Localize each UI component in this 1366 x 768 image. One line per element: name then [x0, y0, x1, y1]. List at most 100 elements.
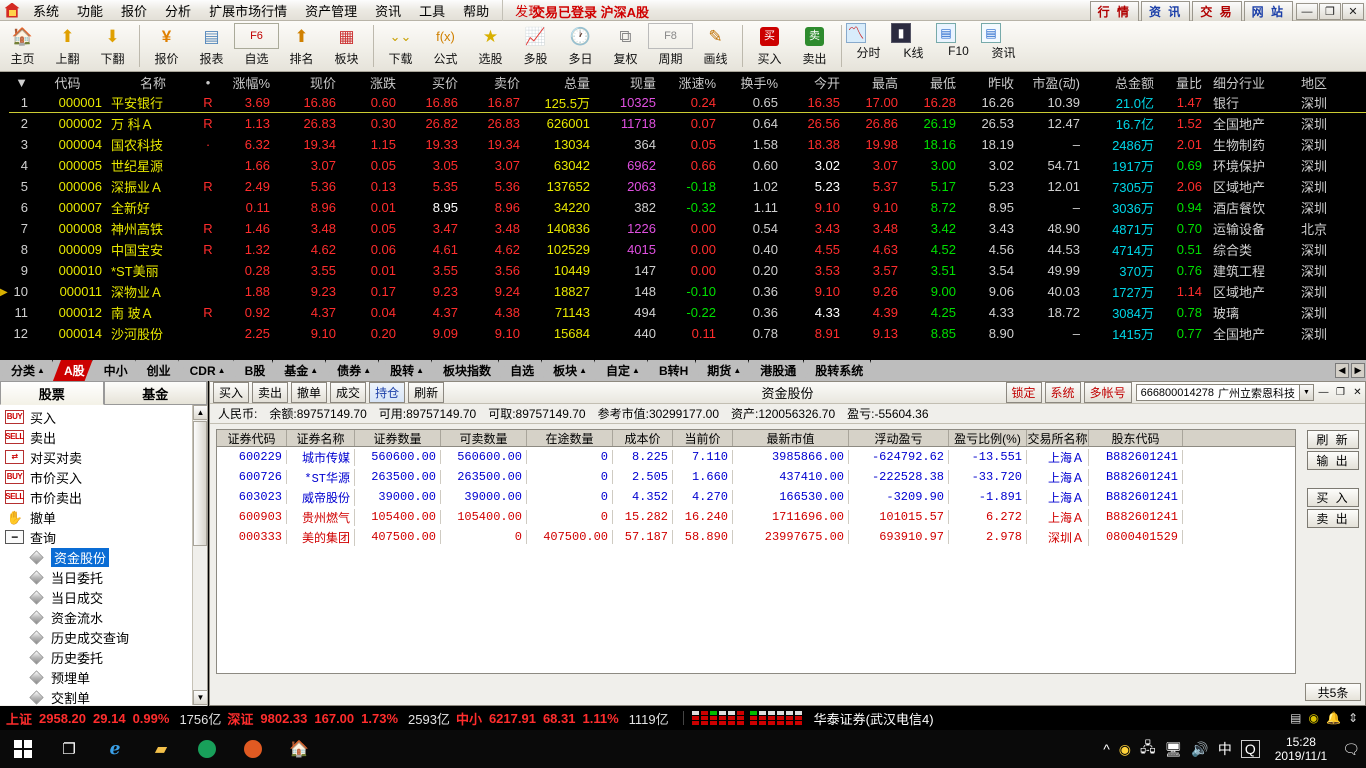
maximize-button[interactable]: ❐	[1319, 3, 1341, 20]
holdings-row[interactable]: 603023威帝股份39000.0039000.0004.3524.270166…	[217, 487, 1295, 507]
close-button[interactable]: ✕	[1342, 3, 1364, 20]
quote-row[interactable]: 2000002万 科ＡR1.1326.830.3026.8226.8362600…	[0, 113, 1366, 134]
toolbar-download[interactable]: ⌄⌄ 下载	[378, 23, 423, 67]
notification-center-icon[interactable]: 🗨	[1342, 741, 1360, 758]
col-name[interactable]: 名称	[107, 73, 199, 92]
market-tab-1[interactable]: A股	[53, 360, 93, 381]
col-change-pct[interactable]: 涨幅%	[217, 73, 275, 92]
quote-row[interactable]: 9000010*ST美丽0.283.550.013.553.5610449147…	[0, 260, 1366, 281]
ime-language-icon[interactable]: 中	[1218, 739, 1232, 759]
scrollbar-thumb[interactable]	[193, 421, 207, 546]
account-selector[interactable]: 666800014278 广州立索恩科技 ▼	[1136, 384, 1314, 401]
sidebar-item-0[interactable]: BUY买入	[0, 407, 207, 427]
col-ask[interactable]: 卖价	[463, 73, 525, 92]
trade-tab-2[interactable]: 撤单	[291, 382, 327, 403]
grid-col-7[interactable]: 最新市值	[733, 430, 849, 446]
col-low[interactable]: 最低	[903, 73, 961, 92]
holdings-row[interactable]: 600903贵州燃气105400.00105400.00015.28216.24…	[217, 507, 1295, 527]
toolbar-ranking[interactable]: ⬆ 排名	[279, 23, 324, 67]
trade-tab-3[interactable]: 成交	[330, 382, 366, 403]
quote-row[interactable]: 3000004国农科技·6.3219.341.1519.3319.3413034…	[0, 134, 1366, 155]
row-name[interactable]: 世纪星源	[107, 156, 199, 175]
market-tabs-scroll[interactable]: ◀ ▶	[1334, 360, 1366, 381]
quote-row[interactable]: 5000006深振业ＡR2.495.360.135.355.3613765220…	[0, 176, 1366, 197]
sidebar-tab-stock[interactable]: 股票	[0, 381, 104, 405]
row-name[interactable]: 平安银行	[107, 93, 199, 112]
gutter-arrow-icon[interactable]: ▶	[0, 287, 9, 301]
sidebar-item-4[interactable]: SELL市价卖出	[0, 487, 207, 507]
col-bid[interactable]: 买价	[401, 73, 463, 92]
market-tab-5[interactable]: B股	[234, 360, 274, 381]
row-name[interactable]: 沙河股份	[107, 324, 199, 343]
market-tab-7[interactable]: 债券▲	[326, 360, 379, 381]
menu-item-quotes[interactable]: 报价	[112, 0, 156, 22]
taskbar-firefox[interactable]	[230, 730, 276, 768]
market-tab-6[interactable]: 基金▲	[273, 360, 326, 381]
quote-row[interactable]: 8000009中国宝安R1.324.620.064.614.6210252940…	[0, 239, 1366, 260]
toolbar-multi-day[interactable]: 🕐 多日	[558, 23, 603, 67]
col-volume[interactable]: 总量	[525, 73, 595, 92]
quote-row[interactable]: 6000007全新好0.118.960.018.958.9634220382-0…	[0, 197, 1366, 218]
toolbar-formula[interactable]: f(x) 公式	[423, 23, 468, 67]
shield-icon[interactable]: ◉	[1119, 741, 1131, 758]
panel-minimize-button[interactable]: —	[1316, 385, 1331, 400]
row-code[interactable]: 000010	[33, 263, 107, 278]
taskbar-browser[interactable]	[184, 730, 230, 768]
market-tab-9[interactable]: 板块指数	[432, 360, 499, 381]
col-industry[interactable]: 细分行业	[1207, 73, 1295, 92]
buy-button[interactable]: 买 入	[1307, 488, 1359, 507]
sidebar-scrollbar[interactable]: ▲ ▼	[192, 405, 207, 705]
toolbar-stock-pick[interactable]: ★ 选股	[468, 23, 513, 67]
row-code[interactable]: 000004	[33, 137, 107, 152]
network-icon[interactable]: 🖧	[1140, 737, 1156, 761]
quote-row[interactable]: 4000005世纪星源1.663.070.053.053.07630426962…	[0, 155, 1366, 176]
toolbar-page-up[interactable]: ⬆ 上翻	[45, 23, 90, 67]
row-name[interactable]: 深振业Ａ	[107, 177, 199, 196]
row-code[interactable]: 000002	[33, 116, 107, 131]
row-name[interactable]: 南 玻Ａ	[107, 303, 199, 322]
quote-row[interactable]: 10000011深物业Ａ1.889.230.179.239.2418827148…	[0, 281, 1366, 302]
sidebar-item-5[interactable]: ✋撤单	[0, 507, 207, 527]
sidebar-item-3[interactable]: BUY市价买入	[0, 467, 207, 487]
row-code[interactable]: 000007	[33, 200, 107, 215]
toolbar-multi-stock[interactable]: 📈 多股	[513, 23, 558, 67]
grid-col-6[interactable]: 当前价	[673, 430, 733, 446]
menu-item-analysis[interactable]: 分析	[156, 0, 200, 22]
market-tab-16[interactable]: 股转系统	[804, 360, 871, 381]
market-tab-4[interactable]: CDR▲	[179, 360, 234, 381]
quote-row[interactable]: 12000014沙河股份2.259.100.209.099.1015684440…	[0, 323, 1366, 344]
row-code[interactable]: 000006	[33, 179, 107, 194]
tray-expand-icon[interactable]: ^	[1103, 741, 1110, 757]
toolbar-adjust[interactable]: ⧉ 复权	[603, 23, 648, 67]
menu-item-news[interactable]: 资讯	[366, 0, 410, 22]
sidebar-item-6[interactable]: −查询	[0, 527, 207, 547]
lock-button[interactable]: 锁定	[1006, 382, 1042, 403]
row-code[interactable]: 000008	[33, 221, 107, 236]
sell-button[interactable]: 卖 出	[1307, 509, 1359, 528]
system-button[interactable]: 系统	[1045, 382, 1081, 403]
tabs-scroll-left-icon[interactable]: ◀	[1335, 363, 1349, 378]
trade-tab-0[interactable]: 买入	[213, 382, 249, 403]
taskbar-file-explorer[interactable]: ▰	[138, 730, 184, 768]
market-tab-2[interactable]: 中小	[93, 360, 136, 381]
market-tab-13[interactable]: B转H	[648, 360, 696, 381]
sidebar-item-2[interactable]: ⇄对买对卖	[0, 447, 207, 467]
toolbar-period[interactable]: F8 周期	[648, 23, 693, 67]
quote-row[interactable]: 11000012南 玻ＡR0.924.370.044.374.387114349…	[0, 302, 1366, 323]
row-name[interactable]: 全新好	[107, 198, 199, 217]
sidebar-item-1[interactable]: SELL卖出	[0, 427, 207, 447]
multi-account-button[interactable]: 多帐号	[1084, 382, 1132, 403]
sidebar-tab-fund[interactable]: 基金	[104, 381, 208, 405]
trade-tab-4[interactable]: 持仓	[369, 382, 405, 403]
sidebar-subitem-2[interactable]: 当日成交	[0, 587, 207, 607]
toolbar-draw-line[interactable]: ✎ 画线	[693, 23, 738, 67]
col-vol-ratio[interactable]: 量比	[1159, 73, 1207, 92]
row-name[interactable]: 万 科Ａ	[107, 114, 199, 133]
taskview-button[interactable]: ❐	[46, 730, 92, 768]
qq-icon[interactable]: Q	[1241, 740, 1260, 758]
market-tab-0[interactable]: 分类▲	[0, 360, 53, 381]
row-name[interactable]: 深物业Ａ	[107, 282, 199, 301]
taskbar-edge[interactable]: ℯ	[92, 730, 138, 768]
grid-col-11[interactable]: 股东代码	[1089, 430, 1183, 446]
toolbar-page-down[interactable]: ⬇ 下翻	[90, 23, 135, 67]
